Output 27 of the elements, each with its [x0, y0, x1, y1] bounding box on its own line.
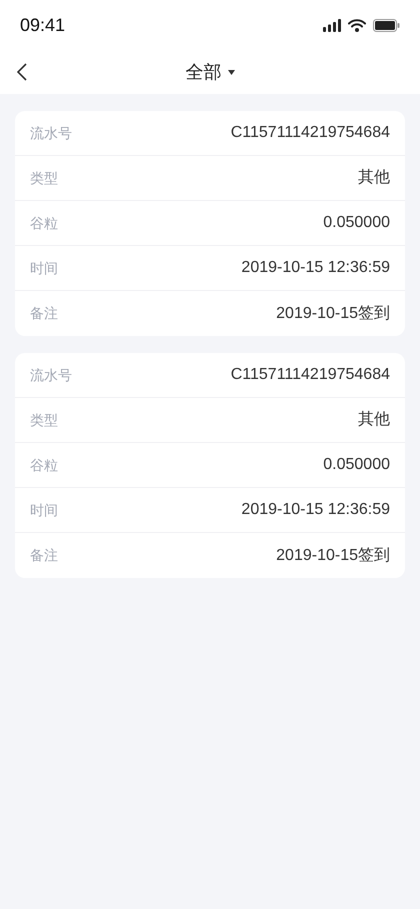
field-label: 时间: [30, 500, 58, 520]
field-label: 类型: [30, 410, 58, 430]
field-label: 时间: [30, 258, 58, 278]
wifi-icon: [348, 18, 366, 32]
field-value: C11571114219754684: [230, 123, 390, 143]
battery-icon: [373, 18, 400, 32]
field-value: 0.050000: [323, 213, 390, 233]
field-value: 2019-10-15 12:36:59: [241, 258, 390, 278]
field-label: 类型: [30, 168, 58, 188]
field-label: 备注: [30, 546, 58, 565]
field-value: C11571114219754684: [230, 365, 390, 385]
status-time: 09:41: [20, 14, 66, 36]
field-label: 谷粒: [30, 456, 58, 474]
field-value: 2019-10-15签到: [276, 546, 390, 566]
field-value: 2019-10-15 12:36:59: [241, 500, 390, 520]
field-value: 其他: [358, 410, 390, 430]
back-icon: [17, 63, 27, 81]
field-label: 流水号: [30, 124, 72, 142]
field-label: 备注: [30, 304, 58, 323]
field-label: 流水号: [30, 366, 72, 384]
field-value: 其他: [358, 168, 390, 188]
field-value: 2019-10-15签到: [276, 304, 390, 324]
field-label: 谷粒: [30, 214, 58, 232]
caret-icon: [228, 70, 234, 74]
signal-icon: [323, 18, 341, 32]
filter-dropdown[interactable]: 全部: [186, 58, 234, 86]
field-value: 0.050000: [323, 455, 390, 475]
